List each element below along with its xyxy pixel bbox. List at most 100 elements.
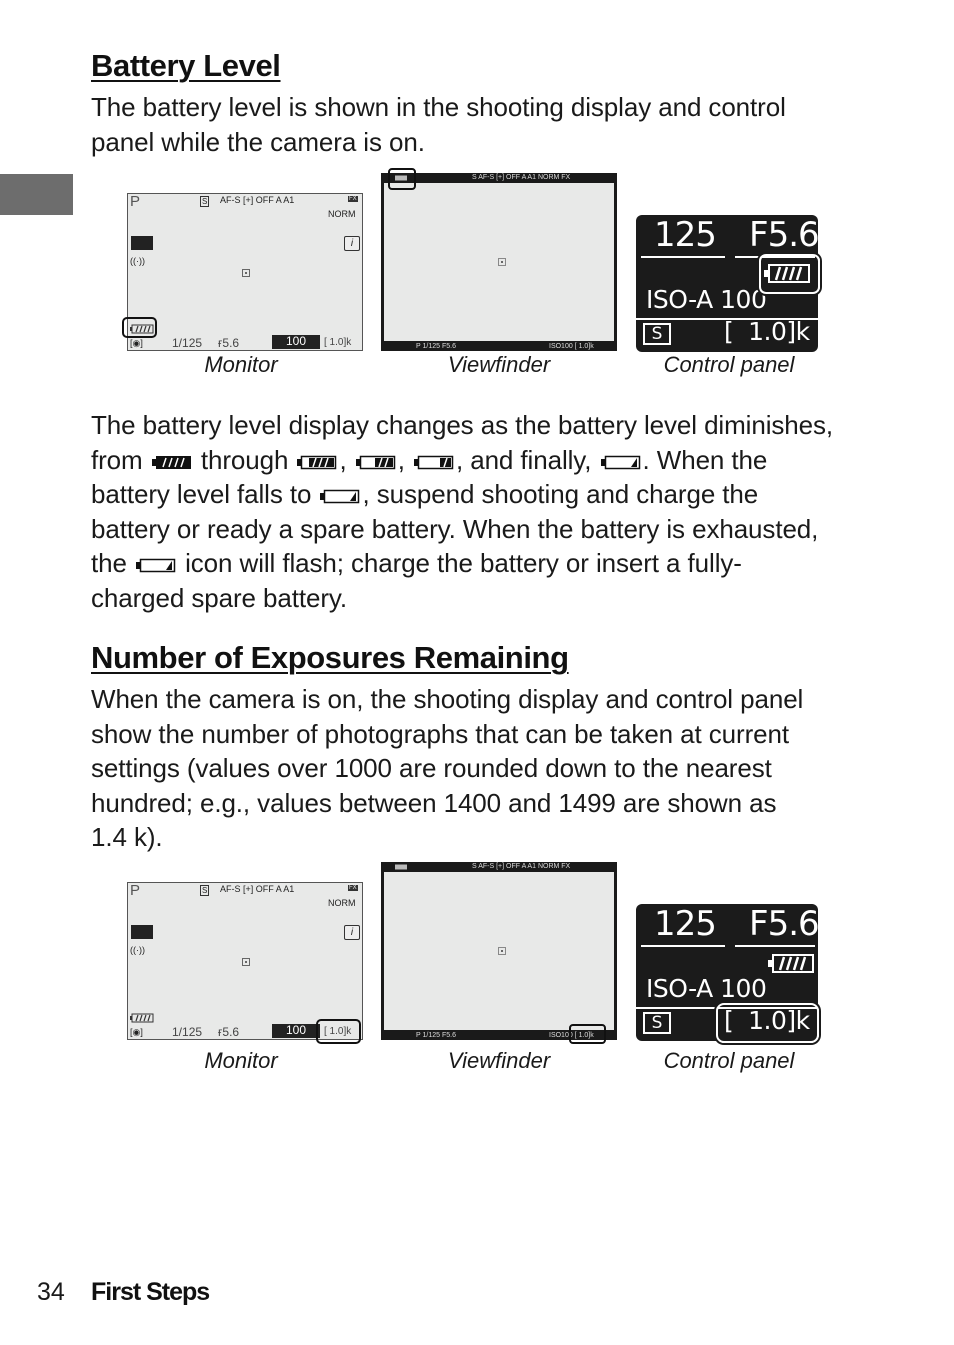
- focus-point: [242, 269, 250, 277]
- cp-battery-highlight-ring: [759, 254, 820, 294]
- battery-intro: The battery level is shown in the shooti…: [91, 90, 891, 159]
- battery-low-icon: [600, 455, 640, 469]
- shutter-value: 125: [182, 336, 203, 350]
- focus-point: [242, 958, 250, 966]
- cp-iso: ISO-A 100: [646, 974, 767, 1003]
- monitor-display-figure-2: P S AF-S [+] OFF A A1 FX NORM ((·)) i [◉…: [127, 882, 363, 1040]
- caption-control-panel-1: Control panel: [663, 352, 795, 377]
- battery-three-quarter-icon: [297, 455, 337, 469]
- cp-aperture: F5.6: [749, 904, 820, 944]
- exposures-remaining: [ 1.0]k: [324, 337, 352, 348]
- battery-para-line-6: charged spare battery.: [91, 582, 348, 613]
- cp-aperture-prefix: F: [749, 904, 769, 944]
- caption-viewfinder-2: Viewfinder: [447, 1048, 551, 1073]
- battery-intro-line-1: The battery level is shown in the shooti…: [91, 92, 786, 122]
- battery-para-line-5: the icon will flash; charge the battery …: [91, 546, 911, 581]
- text-comma: ,: [397, 444, 405, 475]
- text-and-finally: , and finally,: [455, 444, 592, 475]
- vf-bottom-left: P 1/125 F5.6: [416, 1032, 456, 1039]
- exposure-mode: P: [130, 193, 141, 210]
- aperture: ғ5.6: [218, 336, 240, 350]
- text-suspend: , suspend shooting and charge the: [362, 479, 759, 509]
- aperture: ғ5.6: [218, 1025, 240, 1039]
- image-quality: NORM: [328, 898, 356, 908]
- caption-monitor-1: Monitor: [204, 352, 278, 377]
- battery-para-line-4: battery or ready a spare battery. When t…: [91, 513, 819, 544]
- shutter-speed: 1/125: [172, 336, 202, 350]
- cp-shutter: 125: [654, 904, 717, 944]
- monitor-display-figure-1: P S AF-S [+] OFF A A1 FX NORM ((·)) i [◉…: [127, 193, 363, 351]
- page-number: 34: [37, 1278, 65, 1306]
- cp-shutter: 125: [654, 215, 717, 255]
- shutter-speed: 1/125: [172, 1025, 202, 1039]
- cp-iso: ISO-A 100: [646, 285, 767, 314]
- section-heading-exposures-remaining: Number of Exposures Remaining: [91, 640, 569, 675]
- aperture-value: 5.6: [222, 1025, 240, 1039]
- metering-icon: [◉]: [130, 1027, 143, 1037]
- exposures-line-2: show the number of photographs that can …: [91, 718, 789, 749]
- exposures-highlight-ring: [316, 1019, 361, 1044]
- text-when-the: . When the: [642, 444, 768, 475]
- caption-control-panel-2: Control panel: [663, 1048, 795, 1073]
- exposures-line-5: 1.4 k).: [91, 822, 163, 852]
- iso-box: 100: [272, 334, 320, 349]
- cp-divider-left: [641, 945, 725, 947]
- caption-viewfinder-1: Viewfinder: [447, 352, 551, 377]
- cp-exposures-remaining: [ 1.0]k: [724, 317, 810, 346]
- iso-box: 100: [272, 1023, 320, 1038]
- caption-monitor-2: Monitor: [204, 1048, 278, 1073]
- battery-full-icon: [151, 455, 191, 469]
- cp-release-mode: S: [643, 1012, 671, 1034]
- exposure-mode: P: [130, 882, 141, 899]
- section-heading-battery-level: Battery Level: [91, 48, 281, 83]
- vibration-reduction-icon: ((·)): [130, 945, 145, 955]
- battery-level-paragraph: The battery level display changes as the…: [91, 408, 911, 615]
- fx-badge: FX: [348, 885, 358, 891]
- shutter-prefix: 1/: [172, 1025, 183, 1039]
- footer-section-title: First Steps: [91, 1278, 210, 1306]
- battery-half-icon: [355, 455, 395, 469]
- vf-battery-highlight-ring: [388, 168, 416, 190]
- cp-exposures-highlight-ring: [716, 1003, 819, 1043]
- battery-intro-line-2: panel while the camera is on.: [91, 126, 425, 157]
- exposures-line-1: When the camera is on, the shooting disp…: [91, 684, 804, 714]
- viewfinder-figure-2: S AF-S [+] OFF A A1 NORM FX P 1/125 F5.6…: [381, 862, 617, 1040]
- battery-para-line-3: battery level falls to , suspend shootin…: [91, 477, 911, 512]
- battery-para-line-1: The battery level display changes as the…: [91, 410, 834, 440]
- vf-battery-icon: [395, 864, 407, 870]
- battery-icon: [130, 1013, 154, 1023]
- cp-aperture-prefix: F: [749, 215, 769, 255]
- vf-exposures-highlight-ring: [569, 1024, 606, 1044]
- battery-exhausted-icon: [135, 558, 176, 573]
- image-quality: NORM: [328, 209, 356, 219]
- cp-aperture-value: 5.6: [767, 215, 820, 255]
- iso-value: 100: [286, 334, 307, 348]
- battery-highlight-ring: [122, 317, 157, 338]
- vf-focus-point: [498, 258, 506, 266]
- info-icon: i: [344, 925, 360, 940]
- text-falls-to: battery level falls to: [91, 479, 312, 509]
- fx-badge: FX: [348, 196, 358, 202]
- info-icon: i: [344, 236, 360, 251]
- aperture-value: 5.6: [222, 336, 240, 350]
- top-status-icons: AF-S [+] OFF A A1: [220, 195, 295, 205]
- battery-para-line-2: from through , , , and finally, . When t…: [91, 443, 911, 478]
- top-status-icons: AF-S [+] OFF A A1: [220, 884, 295, 894]
- cp-release-mode: S: [643, 323, 671, 345]
- vf-top-icons: S AF-S [+] OFF A A1 NORM FX: [472, 863, 571, 870]
- exposures-paragraph: When the camera is on, the shooting disp…: [91, 682, 911, 855]
- battery-quarter-icon: [413, 455, 454, 469]
- vf-bottom-right: ISO100 [ 1.0]k: [549, 343, 594, 350]
- shooting-menu-bank-icon: [131, 925, 153, 939]
- vibration-reduction-icon: ((·)): [130, 256, 145, 266]
- iso-value: 100: [286, 1023, 307, 1037]
- cp-divider-right: [735, 945, 815, 947]
- chapter-tab: [0, 174, 73, 215]
- text-the: the: [91, 548, 127, 578]
- cp-aperture-value: 5.6: [767, 904, 820, 944]
- shutter-prefix: 1/: [172, 336, 183, 350]
- shooting-menu-bank-icon: [131, 236, 153, 250]
- vf-focus-point: [498, 947, 506, 955]
- text-icon-will-flash: icon will flash; charge the battery or i…: [185, 548, 742, 578]
- battery-low-icon: [320, 489, 360, 504]
